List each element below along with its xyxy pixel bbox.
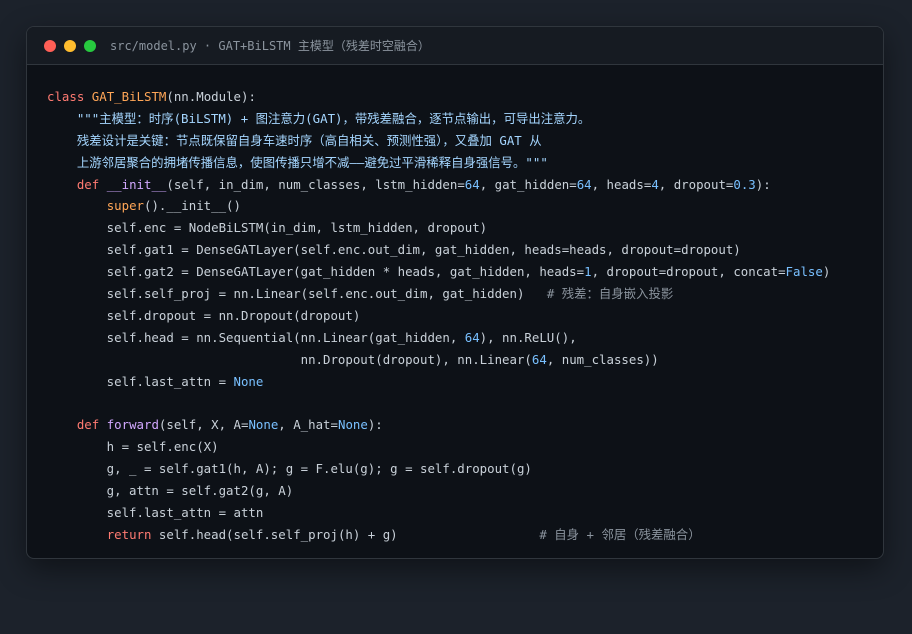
code-token: , dropout=dropout, concat= <box>591 264 786 280</box>
code-line: self.gat2 = DenseGATLayer(gat_hidden * h… <box>47 261 831 283</box>
code-token: (self, X, A= <box>158 417 249 433</box>
code-token: None <box>233 373 264 389</box>
code-token: 残差设计是关键：节点既保留自身车速时序（高自相关、预测性强），又叠加 GAT 从 <box>47 132 542 148</box>
maximize-window-button[interactable] <box>84 39 96 52</box>
code-token: """主模型：时序(BiLSTM) + 图注意力(GAT)，带残差融合，逐节点输… <box>76 110 591 126</box>
code-token: 64 <box>576 176 592 192</box>
code-token: self.enc = NodeBiLSTM(in_dim, lstm_hidde… <box>47 220 488 236</box>
code-token: ): <box>755 176 771 192</box>
code-token: 64 <box>464 176 480 192</box>
code-line: self.last_attn = None <box>47 371 830 393</box>
code-token: ), nn.ReLU(), <box>479 329 577 345</box>
code-token: # 残差：自身嵌入投影 <box>546 286 674 302</box>
code-line: self.head = nn.Sequential(nn.Linear(gat_… <box>47 327 830 349</box>
code-token: self.head(self.self_proj(h) + g) <box>151 526 540 542</box>
code-token: ().__init__() <box>144 198 241 214</box>
code-line: g, _ = self.gat1(h, A); g = F.elu(g); g … <box>47 458 830 480</box>
code-token: forward <box>106 417 159 433</box>
code-line: return self.head(self.self_proj(h) + g) … <box>47 524 830 546</box>
code-line: def __init__(self, in_dim, num_classes, … <box>47 174 830 196</box>
code-token: (nn.Module): <box>166 89 256 104</box>
code-token: None <box>337 417 368 433</box>
code-token: g, attn = self.gat2(g, A) <box>47 483 294 499</box>
code-token: 上游邻居聚合的拥堵传播信息，使图传播只增不减——避免过平滑稀释自身强信号。""" <box>47 154 548 170</box>
code-token: self.last_attn = attn <box>47 504 264 520</box>
code-token: self.dropout = nn.Dropout(dropout) <box>47 307 361 323</box>
code-token: # 自身 + 邻居（残差融合） <box>539 526 701 542</box>
code-line: g, attn = self.gat2(g, A) <box>47 480 830 502</box>
code-token: class <box>47 89 85 104</box>
code-token: def <box>76 417 100 433</box>
code-token: self.last_attn = <box>47 373 234 389</box>
code-token: g, _ = self.gat1(h, A); g = F.elu(g); g … <box>47 461 532 477</box>
code-token: (self, in_dim, num_classes, lstm_hidden= <box>166 176 465 192</box>
code-token: GAT_BiLSTM <box>91 89 167 104</box>
code-line: nn.Dropout(dropout), nn.Linear(64, num_c… <box>47 349 830 371</box>
code-token: , gat_hidden= <box>479 176 577 192</box>
code-token: 0.3 <box>733 176 756 192</box>
code-line: 残差设计是关键：节点既保留自身车速时序（高自相关、预测性强），又叠加 GAT 从 <box>47 130 830 152</box>
code-token: self.gat1 = DenseGATLayer(self.enc.out_d… <box>47 242 741 258</box>
code-token: self.self_proj = nn.Linear(self.enc.out_… <box>47 286 547 302</box>
code-line: self.enc = NodeBiLSTM(in_dim, lstm_hidde… <box>47 217 830 239</box>
code-token: self.head = nn.Sequential(nn.Linear(gat_… <box>47 329 465 345</box>
code-token: h = self.enc(X) <box>47 439 219 455</box>
code-line: super().__init__() <box>47 195 830 217</box>
code-token: 4 <box>651 176 659 192</box>
code-line: self.last_attn = attn <box>47 502 830 524</box>
code-token: , num_classes)) <box>546 351 659 367</box>
minimize-window-button[interactable] <box>64 39 76 52</box>
code-token: 64 <box>464 329 480 345</box>
file-title: src/model.py · GAT+BiLSTM 主模型（残差时空融合） <box>110 39 430 53</box>
code-token: , A_hat= <box>278 417 338 433</box>
code-token: self.gat2 = DenseGATLayer(gat_hidden * h… <box>47 264 585 280</box>
code-token: return <box>106 526 152 542</box>
code-token: False <box>785 264 823 280</box>
code-line: h = self.enc(X) <box>47 436 830 458</box>
code-line: """主模型：时序(BiLSTM) + 图注意力(GAT)，带残差融合，逐节点输… <box>47 108 830 130</box>
code-token: super <box>106 198 144 214</box>
code-token: def <box>76 176 100 192</box>
code-token: , heads= <box>591 176 652 192</box>
code-line: self.self_proj = nn.Linear(self.enc.out_… <box>47 283 830 305</box>
code-token: ): <box>367 417 383 433</box>
code-token: None <box>248 417 279 433</box>
code-line: 上游邻居聚合的拥堵传播信息，使图传播只增不减——避免过平滑稀释自身强信号。""" <box>47 152 830 174</box>
code-token: __init__ <box>106 176 167 192</box>
code-token: , dropout= <box>658 176 734 192</box>
code-token: ) <box>822 264 831 280</box>
code-editor[interactable]: class GAT_BiLSTM(nn.Module): """主模型：时序(B… <box>47 86 830 546</box>
title-bar: src/model.py · GAT+BiLSTM 主模型（残差时空融合） <box>27 27 883 65</box>
code-line: self.gat1 = DenseGATLayer(self.enc.out_d… <box>47 239 830 261</box>
code-line: def forward(self, X, A=None, A_hat=None)… <box>47 414 830 436</box>
close-window-button[interactable] <box>44 39 56 52</box>
code-line: self.dropout = nn.Dropout(dropout) <box>47 305 830 327</box>
code-token: 64 <box>531 351 547 367</box>
code-token: 1 <box>584 264 592 280</box>
code-token: nn.Dropout(dropout), nn.Linear( <box>47 351 532 367</box>
code-line: class GAT_BiLSTM(nn.Module): <box>47 86 830 108</box>
code-window: src/model.py · GAT+BiLSTM 主模型（残差时空融合） cl… <box>26 26 884 559</box>
